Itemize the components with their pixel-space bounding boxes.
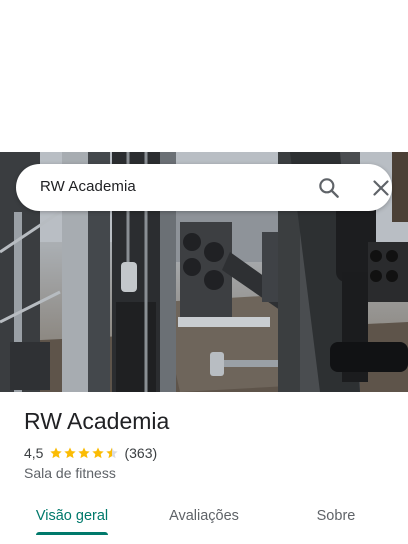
review-count[interactable]: (363)	[124, 445, 157, 461]
star-icon	[64, 447, 77, 459]
search-bar[interactable]: RW Academia	[16, 164, 392, 211]
tab-reviews[interactable]: Avaliações	[152, 496, 256, 536]
active-tab-indicator	[36, 532, 108, 535]
tab-about[interactable]: Sobre	[288, 496, 384, 536]
search-input[interactable]: RW Academia	[40, 178, 136, 195]
place-category[interactable]: Sala de fitness	[24, 465, 116, 481]
star-icon	[92, 447, 105, 459]
search-icon[interactable]	[316, 175, 342, 201]
rating-row[interactable]: 4,5 (363)	[24, 444, 157, 462]
close-icon[interactable]	[368, 175, 394, 201]
star-icon	[50, 447, 63, 459]
place-tabs: Visão geral Avaliações Sobre	[0, 496, 408, 544]
tab-overview[interactable]: Visão geral	[20, 496, 124, 536]
star-half-icon	[106, 447, 119, 459]
star-icon	[78, 447, 91, 459]
rating-value: 4,5	[24, 445, 44, 461]
place-title: RW Academia	[24, 408, 170, 434]
rating-stars	[49, 446, 119, 460]
